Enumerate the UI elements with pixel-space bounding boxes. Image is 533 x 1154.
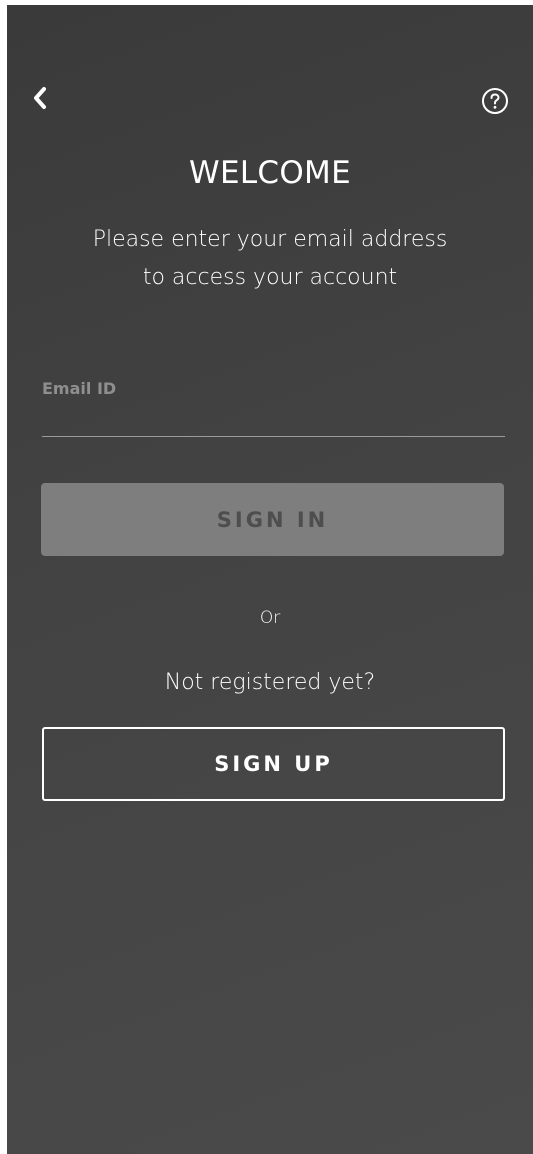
- back-button[interactable]: [27, 85, 53, 111]
- instructions-text: Please enter your email address to acces…: [7, 221, 533, 297]
- help-button[interactable]: [481, 87, 509, 115]
- login-screen: WELCOME Please enter your email address …: [7, 5, 533, 1154]
- chevron-left-icon: [34, 87, 46, 109]
- instructions-line-2: to access your account: [142, 265, 398, 290]
- email-field[interactable]: [42, 401, 505, 437]
- sign-in-button[interactable]: SIGN IN: [41, 483, 504, 556]
- sign-up-button[interactable]: SIGN UP: [42, 727, 505, 801]
- instructions-line-1: Please enter your email address: [92, 227, 448, 252]
- or-divider-text: Or: [259, 608, 281, 628]
- question-circle-icon: [482, 88, 508, 114]
- email-field-label: Email ID: [42, 379, 117, 398]
- not-registered-text: Not registered yet?: [164, 670, 376, 695]
- page-title: WELCOME: [189, 155, 351, 191]
